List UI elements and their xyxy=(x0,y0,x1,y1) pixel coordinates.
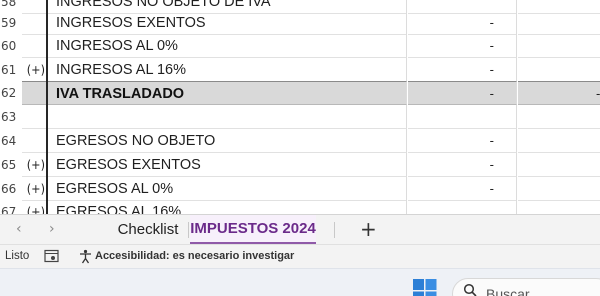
add-sheet-button[interactable]: + xyxy=(360,217,377,241)
cell-prefix[interactable] xyxy=(22,81,46,105)
cell-value-2[interactable] xyxy=(518,129,600,153)
cell-value[interactable] xyxy=(408,105,517,129)
cell-value[interactable]: - xyxy=(408,177,517,201)
row-number[interactable]: 66 xyxy=(0,177,22,201)
cell-value[interactable]: - xyxy=(408,58,517,82)
cell-value-2[interactable] xyxy=(518,200,600,214)
windows-taskbar: Buscar xyxy=(0,268,600,296)
accessibility-icon[interactable] xyxy=(78,249,93,269)
cell-prefix[interactable] xyxy=(22,105,46,129)
sheet-row-61[interactable]: 61 (+) INGRESOS AL 16% - xyxy=(0,58,600,82)
row-number[interactable]: 62 xyxy=(0,81,22,105)
sheet-row-65[interactable]: 65 (+) EGRESOS EXENTOS - xyxy=(0,153,600,177)
cell-label[interactable] xyxy=(46,105,407,129)
row-number[interactable]: 67 xyxy=(0,200,22,214)
cell-label[interactable]: EGRESOS NO OBJETO xyxy=(46,129,407,153)
cell-label[interactable]: EGRESOS EXENTOS xyxy=(46,153,407,177)
cell-value-2[interactable] xyxy=(518,177,600,201)
cell-label[interactable]: INGRESOS EXENTOS xyxy=(46,11,407,35)
sheet-tabs-bar: ‹ › Checklist IMPUESTOS 2024 + xyxy=(0,214,600,245)
sheet-row-62[interactable]: 62 IVA TRASLADADO - - xyxy=(0,81,600,105)
cell-prefix[interactable] xyxy=(22,129,46,153)
cell-prefix[interactable]: (+) xyxy=(22,58,46,82)
column-border-line xyxy=(46,0,48,214)
cell-label[interactable]: EGRESOS AL 0% xyxy=(46,177,407,201)
chevron-right-icon[interactable]: › xyxy=(49,221,55,237)
cell-value[interactable]: - xyxy=(408,34,517,58)
cell-value-2[interactable]: - xyxy=(518,81,600,105)
row-number[interactable]: 61 xyxy=(0,58,22,82)
status-bar: Listo Accesibilidad: es necesario invest… xyxy=(0,244,600,268)
row-number[interactable]: 63 xyxy=(0,105,22,129)
cell-value-2[interactable] xyxy=(518,58,600,82)
sheet-row-63[interactable]: 63 xyxy=(0,105,600,129)
search-placeholder: Buscar xyxy=(486,286,530,296)
tab-checklist[interactable]: Checklist xyxy=(100,215,196,245)
cell-label[interactable]: INGRESOS AL 0% xyxy=(46,34,407,58)
cell-value-2[interactable] xyxy=(518,153,600,177)
cell-value[interactable]: - xyxy=(408,11,517,35)
accessibility-status-text[interactable]: Accesibilidad: es necesario investigar xyxy=(95,250,294,262)
cell-value[interactable]: - xyxy=(408,153,517,177)
cell-value[interactable] xyxy=(408,200,517,214)
row-number[interactable]: 59 xyxy=(0,11,22,35)
tab-impuestos-2024[interactable]: IMPUESTOS 2024 xyxy=(190,215,316,245)
cell-label[interactable]: IVA TRASLADADO xyxy=(46,81,407,105)
sheet-row-67[interactable]: 67 (+) EGRESOS AL 16% xyxy=(0,200,600,214)
cell-prefix[interactable]: (+) xyxy=(22,177,46,201)
sheet-row-59[interactable]: 59 INGRESOS EXENTOS - xyxy=(0,11,600,35)
cell-label[interactable]: EGRESOS AL 16% xyxy=(46,200,407,214)
cell-label[interactable]: INGRESOS AL 16% xyxy=(46,58,407,82)
tab-divider xyxy=(188,222,189,238)
cell-value-2[interactable] xyxy=(518,34,600,58)
cell-prefix[interactable]: (+) xyxy=(22,200,46,214)
search-icon xyxy=(463,283,477,296)
cell-value[interactable]: - xyxy=(408,129,517,153)
sheet-row-66[interactable]: 66 (+) EGRESOS AL 0% - xyxy=(0,177,600,201)
sheet-row-60[interactable]: 60 INGRESOS AL 0% - xyxy=(0,34,600,58)
cell-value-2[interactable] xyxy=(518,11,600,35)
status-ready-text: Listo xyxy=(5,250,30,262)
tab-divider xyxy=(334,222,335,238)
row-number[interactable]: 65 xyxy=(0,153,22,177)
sheet-row-64[interactable]: 64 EGRESOS NO OBJETO - xyxy=(0,129,600,153)
cell-value[interactable]: - xyxy=(408,81,517,105)
taskbar-search-box[interactable]: Buscar xyxy=(452,278,600,296)
row-number[interactable]: 64 xyxy=(0,129,22,153)
cell-prefix[interactable] xyxy=(22,34,46,58)
macro-record-icon[interactable] xyxy=(44,249,59,268)
spreadsheet-grid[interactable]: 58 INGRESOS NO OBJETO DE IVA 59 INGRESOS… xyxy=(0,0,600,214)
cell-prefix[interactable] xyxy=(22,11,46,35)
windows-start-icon[interactable] xyxy=(413,279,437,296)
cell-value-2[interactable] xyxy=(518,105,600,129)
cell-prefix[interactable]: (+) xyxy=(22,153,46,177)
row-number[interactable]: 60 xyxy=(0,34,22,58)
chevron-left-icon[interactable]: ‹ xyxy=(16,221,22,237)
